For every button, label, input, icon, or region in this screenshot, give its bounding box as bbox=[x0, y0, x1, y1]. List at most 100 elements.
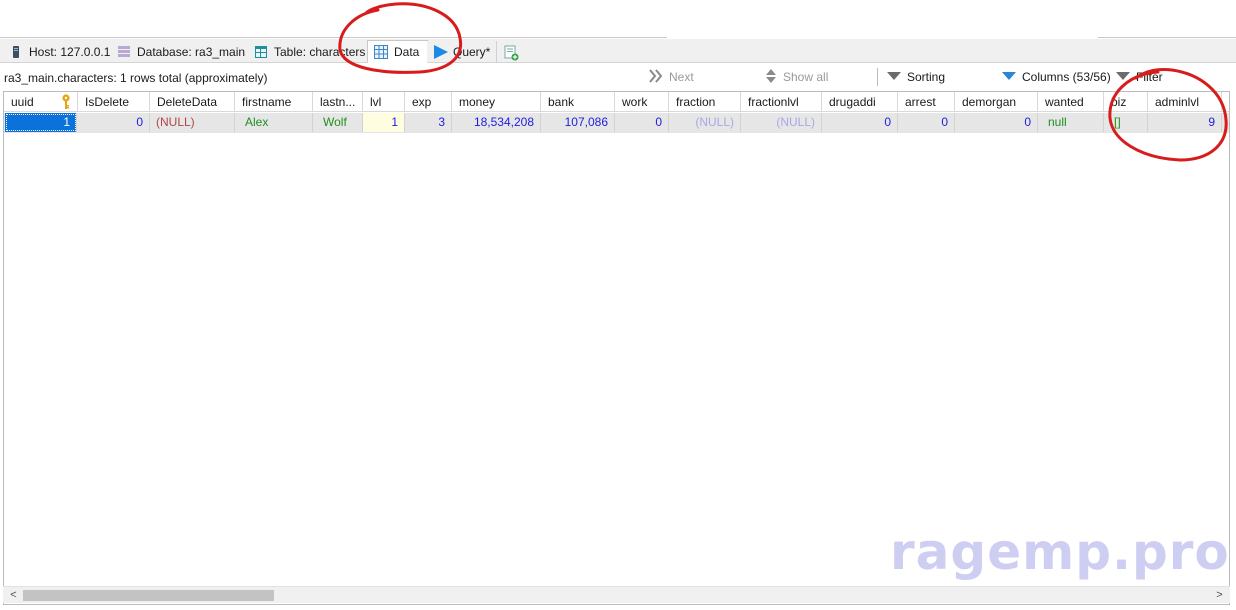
show-all-button[interactable]: Show all bbox=[765, 68, 829, 87]
column-header-exp[interactable]: exp bbox=[405, 92, 452, 112]
database-icon bbox=[117, 45, 131, 59]
column-header-label: IsDelete bbox=[85, 95, 130, 109]
cell-biz[interactable]: [] bbox=[1104, 113, 1148, 132]
sorting-button[interactable]: Sorting bbox=[887, 69, 945, 85]
column-header-label: wanted bbox=[1045, 95, 1084, 109]
cell-arrest[interactable]: 0 bbox=[898, 113, 955, 132]
column-header-demorgan[interactable]: demorgan bbox=[955, 92, 1038, 112]
column-header-label: lvl bbox=[370, 95, 382, 109]
cell-exp[interactable]: 3 bbox=[405, 113, 452, 132]
cell-work[interactable]: 0 bbox=[615, 113, 669, 132]
tab-table-label: Table: characters bbox=[274, 44, 366, 59]
tab-host-label: Host: 127.0.0.1 bbox=[29, 44, 111, 59]
tab-query-label: Query* bbox=[453, 44, 491, 59]
column-header-label: bank bbox=[548, 95, 575, 109]
column-header-wanted[interactable]: wanted bbox=[1038, 92, 1104, 112]
scroll-right-arrow-icon[interactable]: > bbox=[1211, 587, 1228, 604]
column-header-work[interactable]: work bbox=[615, 92, 669, 112]
sort-triangle-icon bbox=[887, 70, 901, 84]
next-button[interactable]: Next bbox=[648, 68, 694, 86]
tab-table[interactable]: Table: characters bbox=[248, 41, 373, 62]
cell-bank[interactable]: 107,086 bbox=[541, 113, 615, 132]
column-header-label: drugaddi bbox=[829, 95, 876, 109]
column-header-label: adminlvl bbox=[1155, 95, 1200, 109]
column-header-label: exp bbox=[412, 95, 432, 109]
column-header-label: arrest bbox=[905, 95, 936, 109]
column-header-adminlvl[interactable]: adminlvl bbox=[1148, 92, 1222, 112]
tab-query[interactable]: Query* bbox=[427, 41, 498, 62]
column-header-bank[interactable]: bank bbox=[541, 92, 615, 112]
table-icon bbox=[254, 45, 268, 59]
scrollbar-thumb[interactable] bbox=[23, 590, 274, 601]
row-count-summary: ra3_main.characters: 1 rows total (appro… bbox=[4, 71, 268, 85]
column-header-label: demorgan bbox=[962, 95, 1017, 109]
scroll-left-arrow-icon[interactable]: < bbox=[5, 587, 22, 604]
cell-lastname[interactable]: Wolf bbox=[313, 113, 363, 132]
watermark: ragemp.pro bbox=[890, 523, 1230, 581]
cell-isdelete[interactable]: 0 bbox=[78, 113, 150, 132]
column-header-label: work bbox=[622, 95, 648, 109]
columns-triangle-icon bbox=[1002, 70, 1016, 84]
tab-database-label: Database: ra3_main bbox=[137, 44, 246, 59]
column-header-label: fraction bbox=[676, 95, 716, 109]
column-header-label: DeleteData bbox=[157, 95, 218, 109]
cell-lvl[interactable]: 1 bbox=[363, 113, 405, 132]
top-divider-right bbox=[1098, 37, 1236, 38]
column-header-label: fractionlvl bbox=[748, 95, 799, 109]
top-divider-left bbox=[0, 37, 667, 38]
column-header-label: firstname bbox=[242, 95, 292, 109]
column-header-arrest[interactable]: arrest bbox=[898, 92, 955, 112]
column-header-uuid[interactable]: uuid bbox=[4, 92, 78, 112]
primary-key-icon bbox=[61, 94, 71, 110]
cell-fractionlvl[interactable]: (NULL) bbox=[741, 113, 822, 132]
host-icon bbox=[9, 45, 23, 59]
column-header-isdelete[interactable]: IsDelete bbox=[78, 92, 150, 112]
filter-button[interactable]: Filter bbox=[1116, 69, 1163, 85]
window-top-area bbox=[0, 0, 1236, 38]
cell-fraction[interactable]: (NULL) bbox=[669, 113, 741, 132]
cell-drugaddi[interactable]: 0 bbox=[822, 113, 898, 132]
filter-button-label: Filter bbox=[1136, 70, 1163, 84]
column-header-lastname[interactable]: lastn... bbox=[313, 92, 363, 112]
columns-button[interactable]: Columns (53/56) bbox=[1002, 69, 1111, 85]
column-header-fractionlvl[interactable]: fractionlvl bbox=[741, 92, 822, 112]
toolbar-separator bbox=[877, 68, 878, 86]
column-header-lvl[interactable]: lvl bbox=[363, 92, 405, 112]
expand-vertical-icon bbox=[765, 68, 777, 87]
cell-adminlvl[interactable]: 9 bbox=[1148, 113, 1222, 132]
column-header-money[interactable]: money bbox=[452, 92, 541, 112]
data-grid-icon bbox=[374, 44, 388, 59]
cell-money[interactable]: 18,534,208 bbox=[452, 113, 541, 132]
column-header-drugaddi[interactable]: drugaddi bbox=[822, 92, 898, 112]
cell-wanted[interactable]: null bbox=[1038, 113, 1104, 132]
cell-uuid[interactable]: 1 bbox=[5, 113, 77, 132]
tab-host[interactable]: Host: 127.0.0.1 bbox=[3, 41, 118, 62]
tab-bar: Host: 127.0.0.1 Database: ra3_main Table… bbox=[0, 39, 1236, 63]
column-header-firstname[interactable]: firstname bbox=[235, 92, 313, 112]
column-header-fraction[interactable]: fraction bbox=[669, 92, 741, 112]
tab-database[interactable]: Database: ra3_main bbox=[111, 41, 253, 62]
column-header-label: uuid bbox=[11, 95, 34, 109]
cell-demorgan[interactable]: 0 bbox=[955, 113, 1038, 132]
query-play-icon bbox=[433, 44, 448, 59]
column-header-label: lastn... bbox=[320, 95, 356, 109]
table-row[interactable]: 1 0 (NULL) Alex Wolf 1 3 18,534,208 107,… bbox=[4, 113, 1229, 133]
tab-data[interactable]: Data bbox=[367, 40, 429, 63]
column-header-biz[interactable]: biz bbox=[1104, 92, 1148, 112]
column-header-label: biz bbox=[1111, 95, 1127, 109]
column-header-label: money bbox=[459, 95, 496, 109]
filter-triangle-icon bbox=[1116, 70, 1130, 84]
show-all-button-label: Show all bbox=[783, 70, 829, 84]
cell-deletedata[interactable]: (NULL) bbox=[150, 113, 235, 132]
new-query-tab-button[interactable] bbox=[497, 41, 523, 62]
grid-header: uuid IsDelete DeleteData firstname lastn… bbox=[4, 92, 1229, 112]
double-chevron-right-icon bbox=[648, 68, 663, 86]
new-query-tab-icon bbox=[503, 45, 519, 60]
cell-firstname[interactable]: Alex bbox=[235, 113, 313, 132]
next-button-label: Next bbox=[669, 70, 694, 84]
horizontal-scrollbar[interactable]: < > bbox=[3, 586, 1230, 603]
column-header-deletedata[interactable]: DeleteData bbox=[150, 92, 235, 112]
data-toolbar: ra3_main.characters: 1 rows total (appro… bbox=[0, 64, 1236, 90]
sorting-button-label: Sorting bbox=[907, 70, 946, 84]
columns-button-label: Columns (53/56) bbox=[1022, 70, 1111, 84]
